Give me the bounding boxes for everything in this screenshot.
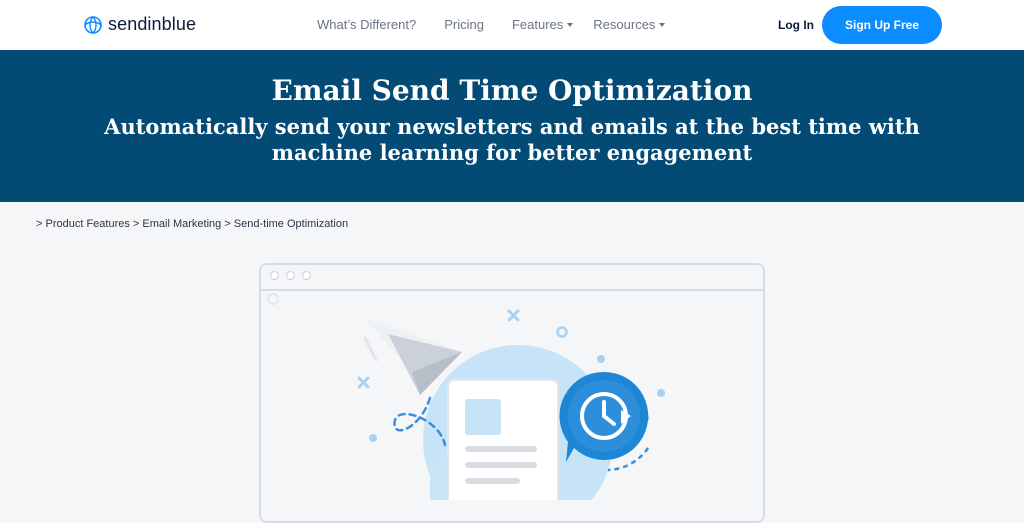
send-time-illustration [267, 293, 665, 500]
email-document-icon [430, 379, 559, 500]
